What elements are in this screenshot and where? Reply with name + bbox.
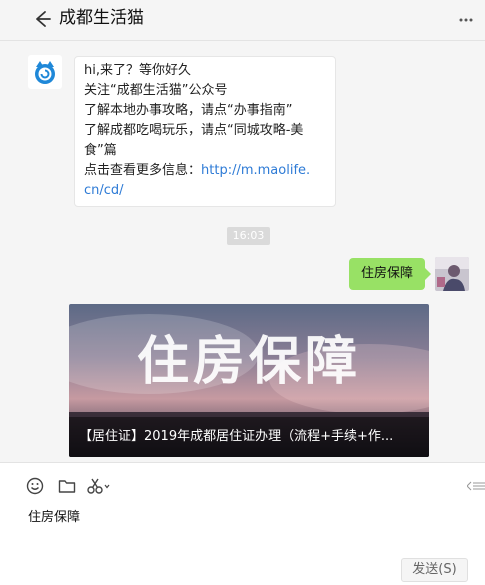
send-button[interactable]: 发送(S) [401,558,468,582]
folder-icon[interactable] [58,477,76,495]
article-cover-title: 住房保障 [136,332,361,392]
more-options-icon[interactable] [459,10,473,30]
message-line: 了解本地办事攻略，请点“办事指南” [84,103,293,118]
message-timestamp: 16:03 [227,227,270,245]
message-line: hi,来了？等你好久 [84,63,191,78]
user-avatar[interactable] [435,257,469,291]
cat-logo-icon [35,61,55,84]
article-card[interactable]: 住房保障 【居住证】2019年成都居住证办理（流程+手续+作... [69,304,429,457]
back-arrow-icon[interactable] [30,8,52,30]
chat-history-icon[interactable] [467,481,485,491]
message-composer: 住房保障 发送(S) [0,462,485,585]
message-line: 食”篇 [84,143,117,158]
chat-title: 成都生活猫 [59,8,144,28]
user-photo-icon [435,257,469,291]
article-caption[interactable]: 【居住证】2019年成都居住证办理（流程+手续+作... [69,417,429,457]
received-message-bubble[interactable]: hi,来了？等你好久 关注“成都生活猫”公众号 了解本地办事攻略，请点“办事指南… [74,56,336,207]
website-link[interactable]: http://m.maolife. [201,163,310,178]
message-input[interactable]: 住房保障 [28,509,80,527]
message-line: 了解成都吃喝玩乐，请点“同城攻略-美 [84,123,304,138]
official-account-avatar[interactable] [28,55,62,89]
more-info-prefix: 点击查看更多信息： [84,163,202,178]
sent-message-bubble[interactable]: 住房保障 [349,258,431,290]
message-list[interactable]: hi,来了？等你好久 关注“成都生活猫”公众号 了解本地办事攻略，请点“办事指南… [0,41,485,461]
message-line: 关注“成都生活猫”公众号 [84,83,228,98]
more-info-line: 点击查看更多信息：http://m.maolife. [84,161,326,181]
scissors-icon[interactable] [86,477,112,495]
emoji-icon[interactable] [26,477,44,495]
chat-header: 成都生活猫 [0,0,485,41]
website-link-continued[interactable]: cn/cd/ [84,181,326,201]
